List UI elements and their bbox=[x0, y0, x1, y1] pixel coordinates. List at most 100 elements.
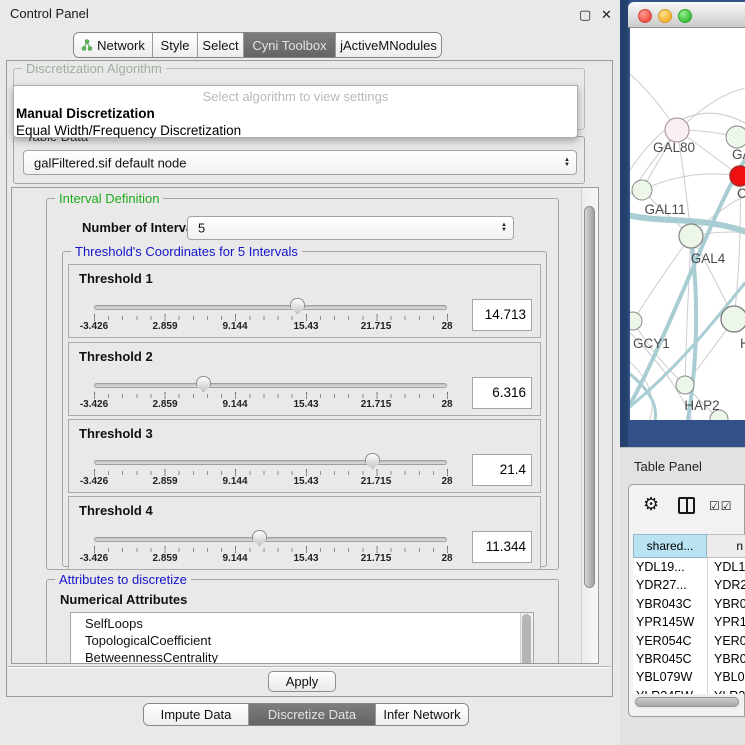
table-panel-title: Table Panel bbox=[634, 459, 702, 474]
horizontal-scrollbar[interactable] bbox=[633, 695, 743, 709]
float-window-icon[interactable]: ▢ bbox=[579, 7, 591, 23]
popup-hint: Select algorithm to view settings bbox=[14, 89, 577, 104]
tab-style[interactable]: Style bbox=[153, 33, 198, 57]
settings-scrollbar[interactable] bbox=[581, 188, 598, 663]
threshold-value-field[interactable]: 11.344 bbox=[472, 531, 532, 563]
cell-name[interactable]: YLR3 bbox=[714, 687, 745, 694]
cell-name[interactable]: YBR0 bbox=[714, 650, 745, 668]
popup-option-manual-discretization[interactable]: Manual Discretization bbox=[16, 106, 155, 121]
network-window-titlebar[interactable] bbox=[628, 2, 745, 28]
table-row[interactable]: YBR043C YBR0 bbox=[633, 595, 745, 613]
tab-jactivemnodules[interactable]: jActiveMNodules bbox=[336, 33, 441, 57]
window-traffic-light-minimize[interactable] bbox=[658, 9, 672, 23]
table-row[interactable]: YPR145W YPR1 bbox=[633, 613, 745, 631]
network-node-h[interactable] bbox=[721, 306, 745, 332]
cell-shared-name[interactable]: YER054C bbox=[636, 632, 692, 650]
threshold-label: Threshold 3 bbox=[79, 426, 153, 441]
table-row[interactable]: YER054C YER0 bbox=[633, 632, 745, 650]
network-node-gal11[interactable] bbox=[632, 180, 652, 200]
slider-thumb[interactable] bbox=[365, 453, 380, 469]
window-traffic-light-close[interactable] bbox=[638, 9, 652, 23]
horizontal-scrollbar-thumb[interactable] bbox=[635, 697, 739, 707]
slider-track[interactable] bbox=[94, 383, 447, 388]
app-root: Control Panel ▢ ✕ Network Style Select C… bbox=[0, 0, 745, 745]
tick-label: 21.715 bbox=[346, 476, 406, 487]
threshold-label: Threshold 1 bbox=[79, 271, 153, 286]
tab-label: Cyni Toolbox bbox=[252, 38, 326, 53]
tab-cyni-toolbox[interactable]: Cyni Toolbox bbox=[244, 33, 336, 57]
network-canvas[interactable]: GAL80 GA C GAL11 GAL4 GCY1 H HAP2 bbox=[630, 28, 745, 420]
threshold-value-field[interactable]: 14.713 bbox=[472, 299, 532, 331]
number-of-intervals-combobox[interactable]: 5 ▲▼ bbox=[187, 216, 514, 240]
slider-thumb[interactable] bbox=[252, 530, 267, 546]
list-scrollbar-thumb[interactable] bbox=[522, 614, 531, 664]
slider-track[interactable] bbox=[94, 460, 447, 465]
threshold-row-1: Threshold 1 -3.426 2.859 9.144 15.43 21.… bbox=[68, 264, 541, 338]
column-header-shared-name[interactable]: shared... bbox=[633, 534, 707, 558]
tab-discretize-data[interactable]: Discretize Data bbox=[249, 704, 376, 725]
slider-track[interactable] bbox=[94, 537, 447, 542]
tab-infer-network[interactable]: Infer Network bbox=[376, 704, 468, 725]
cell-shared-name[interactable]: YBR043C bbox=[636, 595, 692, 613]
table-row[interactable]: YBL079W YBL0 bbox=[633, 668, 745, 686]
cell-shared-name[interactable]: YBL079W bbox=[636, 668, 692, 686]
group-title: Threshold's Coordinates for 5 Intervals bbox=[71, 244, 302, 259]
gear-icon[interactable]: ⚙ bbox=[643, 495, 659, 513]
tick-label: 2.859 bbox=[135, 321, 195, 332]
cell-name[interactable]: YBR0 bbox=[714, 595, 745, 613]
divider-highlight bbox=[8, 667, 611, 668]
table-row[interactable]: YBR045C YBR0 bbox=[633, 650, 745, 668]
group-title: Attributes to discretize bbox=[55, 572, 191, 587]
table-row[interactable]: YDL19... YDL1 bbox=[633, 558, 745, 576]
network-node-selected-red[interactable] bbox=[730, 166, 745, 186]
network-node-gcy1[interactable] bbox=[630, 312, 642, 330]
network-node-gal80[interactable] bbox=[665, 118, 689, 142]
cell-shared-name[interactable]: YDL19... bbox=[636, 558, 685, 576]
attributes-group: Attributes to discretize Numerical Attri… bbox=[46, 579, 559, 664]
cell-name[interactable]: YDL1 bbox=[714, 558, 745, 576]
checkbox-icons[interactable]: ☑☑ bbox=[709, 499, 733, 513]
network-node-ga[interactable] bbox=[726, 126, 745, 148]
table-body: YDL19... YDL1 YDR27... YDR2 YBR043C YBR0… bbox=[633, 558, 745, 694]
slider-thumb[interactable] bbox=[290, 298, 305, 314]
cell-shared-name[interactable]: YPR145W bbox=[636, 613, 694, 631]
cell-name[interactable]: YER0 bbox=[714, 632, 745, 650]
cell-shared-name[interactable]: YLR345W bbox=[636, 687, 693, 694]
table-row[interactable]: YLR345W YLR3 bbox=[633, 687, 745, 694]
window-traffic-light-zoom[interactable] bbox=[678, 9, 692, 23]
slider-track[interactable] bbox=[94, 305, 447, 310]
cell-name[interactable]: YBL0 bbox=[714, 668, 745, 686]
table-data-combobox[interactable]: galFiltered.sif default node ▲▼ bbox=[23, 150, 577, 175]
column-header-name[interactable]: n bbox=[707, 534, 745, 558]
settings-scrollbar-thumb[interactable] bbox=[584, 206, 595, 588]
popup-option-equal-width[interactable]: Equal Width/Frequency Discretization bbox=[16, 123, 241, 138]
cell-name[interactable]: YPR1 bbox=[714, 613, 745, 631]
cell-name[interactable]: YDR2 bbox=[714, 576, 745, 594]
close-icon[interactable]: ✕ bbox=[601, 7, 612, 23]
list-item[interactable]: TopologicalCoefficient bbox=[71, 632, 533, 649]
list-scrollbar[interactable] bbox=[520, 613, 533, 664]
threshold-value-field[interactable]: 6.316 bbox=[472, 377, 532, 409]
apply-button[interactable]: Apply bbox=[268, 671, 336, 692]
tab-select[interactable]: Select bbox=[198, 33, 244, 57]
threshold-value-field[interactable]: 21.4 bbox=[472, 454, 532, 486]
tab-impute-data[interactable]: Impute Data bbox=[144, 704, 249, 725]
table-row[interactable]: YDR27... YDR2 bbox=[633, 576, 745, 594]
tab-network[interactable]: Network bbox=[74, 33, 153, 57]
algorithm-popup: Select algorithm to view settings Manual… bbox=[13, 85, 578, 138]
threshold-label: Threshold 2 bbox=[79, 349, 153, 364]
attributes-list: SelfLoops TopologicalCoefficient Between… bbox=[70, 612, 534, 664]
list-item[interactable]: SelfLoops bbox=[71, 613, 533, 632]
columns-icon[interactable] bbox=[678, 497, 695, 514]
cell-shared-name[interactable]: YBR045C bbox=[636, 650, 692, 668]
threshold-row-4: Threshold 4 -3.426 2.859 9.144 15.43 21.… bbox=[68, 496, 541, 570]
tick-label: 28 bbox=[417, 399, 477, 410]
network-node-label: GCY1 bbox=[633, 336, 670, 351]
slider-thumb[interactable] bbox=[196, 376, 211, 392]
network-node-gal4[interactable] bbox=[679, 224, 703, 248]
cell-shared-name[interactable]: YDR27... bbox=[636, 576, 687, 594]
list-item[interactable]: BetweennessCentrality bbox=[71, 649, 533, 664]
network-node-hap2[interactable] bbox=[676, 376, 694, 394]
slider-minor-ticks bbox=[94, 394, 449, 398]
network-graph: GAL80 GA C GAL11 GAL4 GCY1 H HAP2 bbox=[630, 28, 745, 420]
